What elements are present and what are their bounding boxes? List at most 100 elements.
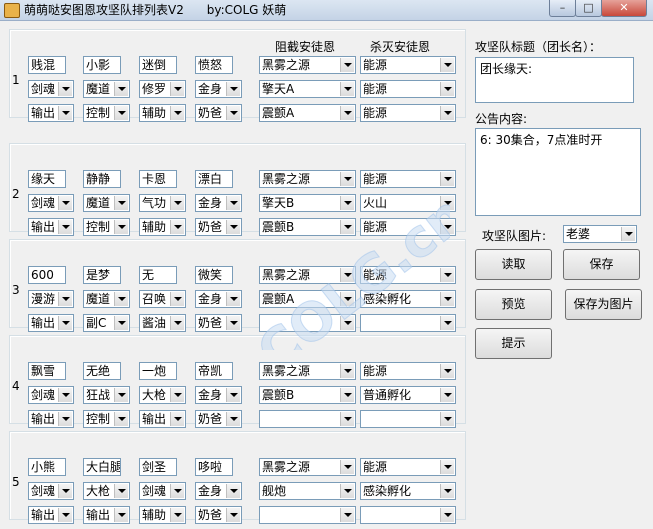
member-name-input[interactable]: 微笑 <box>195 266 233 284</box>
notice-input[interactable]: 6: 30集合，7点准时开 <box>475 128 641 216</box>
maximize-button[interactable]: □ <box>575 0 602 17</box>
member-name-input[interactable]: 小影 <box>83 56 121 74</box>
member-name-input[interactable]: 迷倒 <box>139 56 177 74</box>
member-name-input[interactable]: 剑圣 <box>139 458 177 476</box>
role-select[interactable]: 辅助 <box>139 506 186 524</box>
minimize-button[interactable]: – <box>549 0 576 17</box>
block-task-select[interactable] <box>259 410 356 428</box>
role-select[interactable]: 输出 <box>83 506 130 524</box>
member-name-input[interactable]: 漂白 <box>195 170 233 188</box>
role-select[interactable]: 控制 <box>83 218 130 236</box>
member-name-input[interactable]: 无绝 <box>83 362 121 380</box>
block-task-select[interactable]: 黑雾之源 <box>259 362 356 380</box>
member-name-input[interactable]: 600 <box>28 266 66 284</box>
read-button[interactable]: 读取 <box>475 249 552 280</box>
class-select[interactable]: 金身 <box>195 80 242 98</box>
block-task-select[interactable]: 舰炮 <box>259 482 356 500</box>
kill-task-select[interactable]: 火山 <box>360 194 456 212</box>
save-button[interactable]: 保存 <box>563 249 640 280</box>
class-select[interactable]: 魔道 <box>83 80 130 98</box>
member-name-input[interactable]: 哆啦 <box>195 458 233 476</box>
block-task-select[interactable]: 擎天A <box>259 80 356 98</box>
role-select[interactable]: 酱油 <box>139 314 186 332</box>
class-select[interactable]: 召唤 <box>139 290 186 308</box>
block-task-select[interactable]: 震颤B <box>259 218 356 236</box>
kill-task-select[interactable]: 能源 <box>360 266 456 284</box>
class-select[interactable]: 金身 <box>195 386 242 404</box>
class-select[interactable]: 剑魂 <box>28 386 74 404</box>
kill-task-select[interactable]: 感染孵化 <box>360 482 456 500</box>
member-name-input[interactable]: 缘天 <box>28 170 66 188</box>
role-select[interactable]: 输出 <box>28 410 74 428</box>
class-select[interactable]: 剑魂 <box>139 482 186 500</box>
role-select[interactable]: 奶爸 <box>195 506 242 524</box>
class-select[interactable]: 金身 <box>195 194 242 212</box>
role-select[interactable]: 输出 <box>28 506 74 524</box>
block-task-select[interactable]: 震颤A <box>259 104 356 122</box>
member-name-input[interactable]: 静静 <box>83 170 121 188</box>
kill-task-select[interactable]: 普通孵化 <box>360 386 456 404</box>
member-name-input[interactable]: 愤怒 <box>195 56 233 74</box>
member-name-input[interactable]: 小熊 <box>28 458 66 476</box>
role-select[interactable]: 奶爸 <box>195 314 242 332</box>
kill-task-select[interactable]: 能源 <box>360 218 456 236</box>
kill-task-select[interactable]: 能源 <box>360 56 456 74</box>
kill-task-select[interactable]: 能源 <box>360 80 456 98</box>
hint-button[interactable]: 提示 <box>475 328 552 359</box>
close-button[interactable]: ✕ <box>601 0 647 17</box>
role-select[interactable]: 奶爸 <box>195 218 242 236</box>
class-select[interactable]: 大枪 <box>83 482 130 500</box>
member-name-input[interactable]: 飘雪 <box>28 362 66 380</box>
class-select[interactable]: 修罗 <box>139 80 186 98</box>
role-select[interactable]: 控制 <box>83 410 130 428</box>
block-task-select[interactable]: 黑雾之源 <box>259 170 356 188</box>
preview-button[interactable]: 预览 <box>475 289 552 320</box>
member-name-input[interactable]: 贱混 <box>28 56 66 74</box>
kill-task-select[interactable] <box>360 506 456 524</box>
class-select[interactable]: 大枪 <box>139 386 186 404</box>
block-task-select[interactable] <box>259 314 356 332</box>
save-image-button[interactable]: 保存为图片 <box>565 289 642 320</box>
class-select[interactable]: 金身 <box>195 482 242 500</box>
block-task-select[interactable] <box>259 506 356 524</box>
team-title-input[interactable]: 团长缘天: <box>475 57 634 103</box>
class-select[interactable]: 漫游 <box>28 290 74 308</box>
block-task-select[interactable]: 黑雾之源 <box>259 458 356 476</box>
block-task-select[interactable]: 震颤A <box>259 290 356 308</box>
role-select[interactable]: 输出 <box>28 314 74 332</box>
kill-task-select[interactable]: 能源 <box>360 362 456 380</box>
role-select[interactable]: 副C <box>83 314 130 332</box>
block-task-select[interactable]: 黑雾之源 <box>259 56 356 74</box>
member-name-input[interactable]: 一炮 <box>139 362 177 380</box>
role-select[interactable]: 输出 <box>28 104 74 122</box>
class-select[interactable]: 狂战 <box>83 386 130 404</box>
role-select[interactable]: 输出 <box>28 218 74 236</box>
role-select[interactable]: 控制 <box>83 104 130 122</box>
class-select[interactable]: 魔道 <box>83 290 130 308</box>
kill-task-select[interactable]: 能源 <box>360 104 456 122</box>
member-name-input[interactable]: 大白腿 <box>83 458 121 476</box>
kill-task-select[interactable] <box>360 314 456 332</box>
role-select[interactable]: 奶爸 <box>195 410 242 428</box>
member-name-input[interactable]: 帝凯 <box>195 362 233 380</box>
member-name-input[interactable]: 无 <box>139 266 177 284</box>
kill-task-select[interactable] <box>360 410 456 428</box>
role-select[interactable]: 辅助 <box>139 218 186 236</box>
kill-task-select[interactable]: 能源 <box>360 170 456 188</box>
kill-task-select[interactable]: 感染孵化 <box>360 290 456 308</box>
role-select[interactable]: 输出 <box>139 410 186 428</box>
class-select[interactable]: 魔道 <box>83 194 130 212</box>
block-task-select[interactable]: 擎天B <box>259 194 356 212</box>
class-select[interactable]: 剑魂 <box>28 194 74 212</box>
member-name-input[interactable]: 卡恩 <box>139 170 177 188</box>
team-image-select[interactable]: 老婆 <box>563 225 637 243</box>
member-name-input[interactable]: 是梦 <box>83 266 121 284</box>
kill-task-select[interactable]: 能源 <box>360 458 456 476</box>
block-task-select[interactable]: 震颤B <box>259 386 356 404</box>
class-select[interactable]: 金身 <box>195 290 242 308</box>
class-select[interactable]: 剑魂 <box>28 80 74 98</box>
block-task-select[interactable]: 黑雾之源 <box>259 266 356 284</box>
role-select[interactable]: 辅助 <box>139 104 186 122</box>
class-select[interactable]: 剑魂 <box>28 482 74 500</box>
role-select[interactable]: 奶爸 <box>195 104 242 122</box>
